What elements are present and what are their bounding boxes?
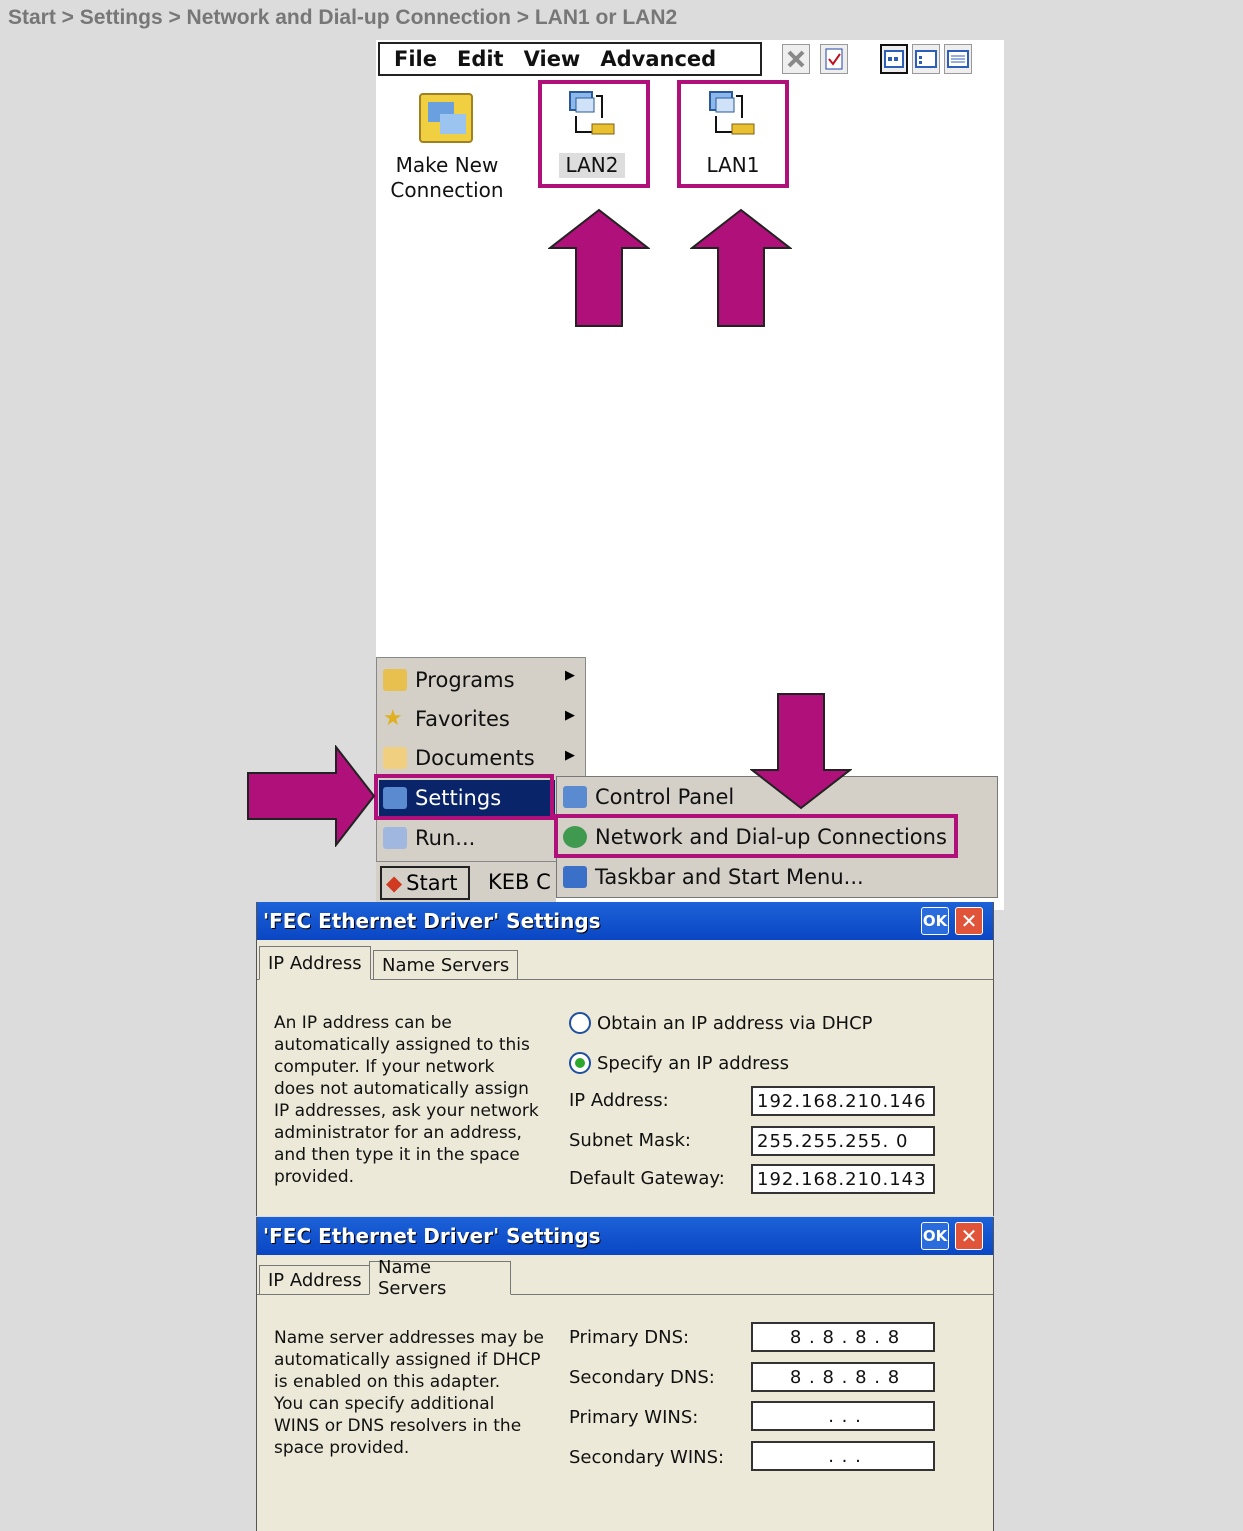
radio-unselected-icon bbox=[569, 1012, 591, 1034]
default-gateway-label: Default Gateway: bbox=[569, 1168, 725, 1189]
subnet-mask-label: Subnet Mask: bbox=[569, 1130, 691, 1151]
run-icon bbox=[383, 827, 407, 849]
radio-specify-ip[interactable]: Specify an IP address bbox=[569, 1052, 789, 1074]
breadcrumb: Start > Settings > Network and Dial-up C… bbox=[8, 6, 678, 29]
arrow-right-icon bbox=[247, 745, 376, 847]
documents-icon bbox=[383, 747, 407, 769]
lan2-network-icon[interactable] bbox=[562, 88, 622, 144]
tab-name-servers[interactable]: Name Servers bbox=[369, 1257, 511, 1299]
ip-description: An IP address can be automatically assign… bbox=[274, 1013, 539, 1187]
start-item-favorites[interactable]: ★ Favorites bbox=[383, 701, 510, 737]
radio-obtain-dhcp[interactable]: Obtain an IP address via DHCP bbox=[569, 1012, 873, 1034]
ok-button[interactable]: OK bbox=[921, 907, 949, 935]
small-icons-view-icon[interactable] bbox=[912, 44, 940, 74]
tab-panel-divider bbox=[257, 1294, 993, 1295]
primary-dns-field[interactable]: 8 . 8 . 8 . 8 bbox=[751, 1322, 935, 1352]
start-item-run[interactable]: Run... bbox=[383, 820, 475, 856]
large-icons-view-icon[interactable] bbox=[880, 44, 908, 74]
details-view-icon[interactable] bbox=[944, 44, 972, 74]
delete-icon[interactable] bbox=[782, 44, 810, 74]
subnet-mask-field[interactable]: 255.255.255. 0 bbox=[751, 1126, 935, 1156]
submenu-taskbar-start-menu[interactable]: Taskbar and Start Menu... bbox=[563, 859, 864, 895]
ip-settings-dialog: 'FEC Ethernet Driver' Settings OK ✕ IP A… bbox=[256, 902, 994, 1216]
properties-icon[interactable] bbox=[820, 44, 848, 74]
tab-ip-address[interactable]: IP Address bbox=[259, 1265, 371, 1295]
lan1-network-icon[interactable] bbox=[702, 88, 762, 144]
star-icon: ★ bbox=[383, 706, 403, 731]
control-panel-icon bbox=[563, 786, 587, 808]
arrow-up-icon bbox=[548, 208, 650, 327]
tab-ip-address[interactable]: IP Address bbox=[259, 946, 371, 980]
name-servers-description: Name server addresses may be automaticall… bbox=[274, 1328, 544, 1458]
ok-button[interactable]: OK bbox=[921, 1222, 949, 1250]
start-button[interactable]: ◆ Start bbox=[380, 866, 470, 900]
primary-wins-field[interactable]: . . . bbox=[751, 1401, 935, 1431]
menu-advanced[interactable]: Advanced bbox=[600, 47, 716, 71]
submenu-arrow-icon: ▶ bbox=[565, 748, 575, 763]
dialog-titlebar: 'FEC Ethernet Driver' Settings bbox=[257, 902, 993, 940]
menu-file[interactable]: File bbox=[394, 47, 437, 71]
secondary-dns-field[interactable]: 8 . 8 . 8 . 8 bbox=[751, 1362, 935, 1392]
make-new-connection-label[interactable]: Make New Connection bbox=[384, 153, 510, 203]
menu-bar: File Edit View Advanced bbox=[378, 42, 762, 76]
dialog-titlebar: 'FEC Ethernet Driver' Settings bbox=[257, 1217, 993, 1255]
close-icon[interactable]: ✕ bbox=[955, 1222, 983, 1250]
arrow-down-icon bbox=[750, 693, 852, 810]
primary-wins-label: Primary WINS: bbox=[569, 1407, 699, 1428]
menu-edit[interactable]: Edit bbox=[457, 47, 504, 71]
secondary-wins-field[interactable]: . . . bbox=[751, 1441, 935, 1471]
secondary-wins-label: Secondary WINS: bbox=[569, 1447, 725, 1468]
arrow-up-icon bbox=[690, 208, 792, 327]
make-new-connection-icon[interactable] bbox=[418, 90, 476, 146]
start-item-documents[interactable]: Documents bbox=[383, 740, 535, 776]
radio-selected-icon bbox=[569, 1052, 591, 1074]
lan1-label[interactable]: LAN1 bbox=[700, 153, 766, 178]
secondary-dns-label: Secondary DNS: bbox=[569, 1367, 715, 1388]
submenu-control-panel[interactable]: Control Panel bbox=[563, 779, 734, 815]
ip-address-field[interactable]: 192.168.210.146 bbox=[751, 1086, 935, 1116]
windows-logo-icon: ◆ bbox=[386, 871, 403, 895]
lan2-label[interactable]: LAN2 bbox=[559, 153, 625, 178]
default-gateway-field[interactable]: 192.168.210.143 bbox=[751, 1164, 935, 1194]
programs-icon bbox=[383, 669, 407, 691]
name-servers-dialog: 'FEC Ethernet Driver' Settings OK ✕ IP A… bbox=[256, 1217, 994, 1531]
taskbar: ◆ Start KEB C bbox=[376, 862, 556, 904]
ip-address-label: IP Address: bbox=[569, 1090, 669, 1111]
start-item-programs[interactable]: Programs bbox=[383, 662, 515, 698]
submenu-arrow-icon: ▶ bbox=[565, 668, 575, 683]
submenu-arrow-icon: ▶ bbox=[565, 708, 575, 723]
network-connections-highlight bbox=[554, 814, 958, 858]
taskbar-task[interactable]: KEB C bbox=[488, 870, 551, 894]
close-icon[interactable]: ✕ bbox=[955, 907, 983, 935]
settings-highlight bbox=[374, 774, 554, 820]
menu-view[interactable]: View bbox=[524, 47, 581, 71]
taskbar-icon bbox=[563, 866, 587, 888]
tab-name-servers[interactable]: Name Servers bbox=[373, 950, 519, 980]
primary-dns-label: Primary DNS: bbox=[569, 1327, 690, 1348]
